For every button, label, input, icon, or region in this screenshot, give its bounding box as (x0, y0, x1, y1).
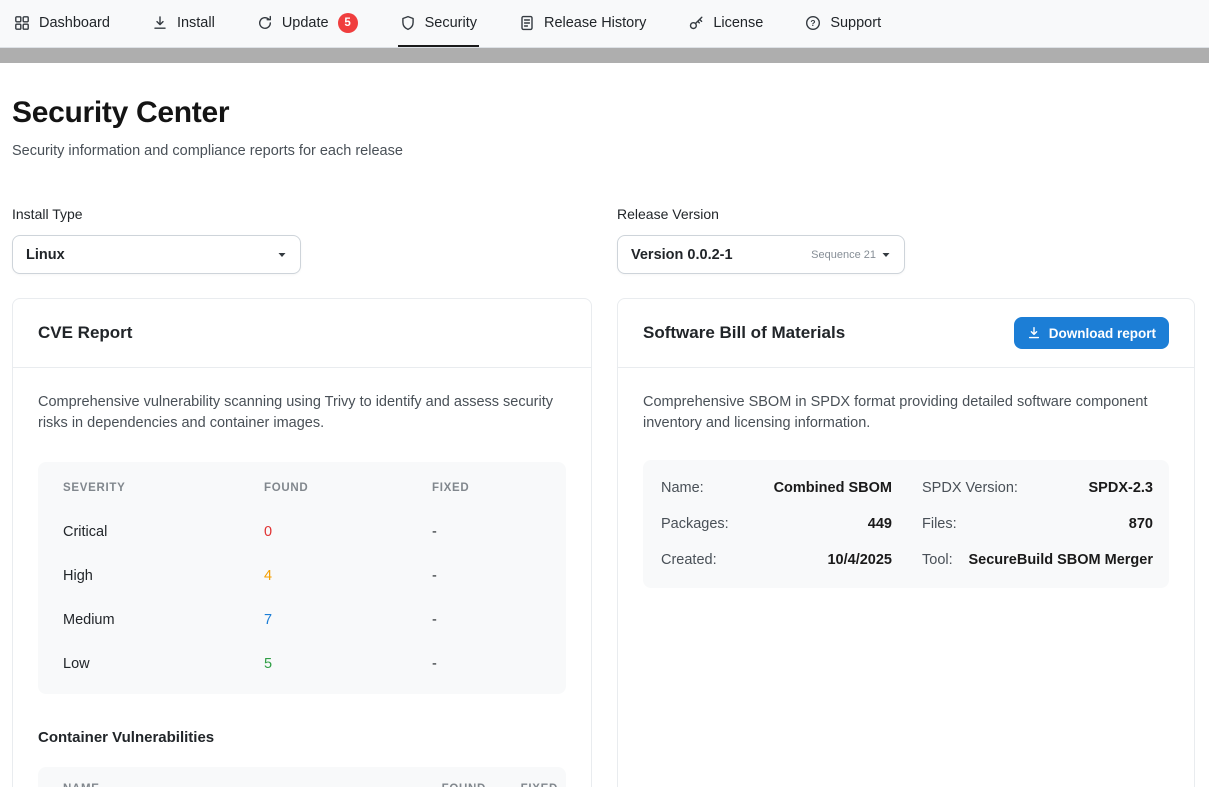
table-row: Medium 7 - (38, 598, 566, 642)
tab-release-history[interactable]: Release History (517, 0, 648, 47)
cve-report-description: Comprehensive vulnerability scanning usi… (38, 392, 566, 435)
detail-label: Name: (661, 480, 704, 496)
col-found: Found (264, 482, 432, 494)
found-count: 4 (264, 568, 432, 584)
sbom-detail-tool: Tool: SecureBuild SBOM Merger (922, 542, 1153, 578)
severity-table: Severity Found Fixed Critical 0 - High 4 (38, 462, 566, 694)
sequence-hint: Sequence 21 (811, 249, 876, 261)
detail-value: 870 (1129, 516, 1153, 532)
tab-label: Dashboard (39, 15, 110, 31)
horizontal-scrollbar[interactable] (0, 48, 1209, 63)
severity-table-header: Severity Found Fixed (38, 466, 566, 510)
col-fixed: Fixed (432, 482, 566, 494)
release-history-icon (519, 15, 535, 31)
table-row: High 4 - (38, 554, 566, 598)
page-subtitle: Security information and compliance repo… (12, 143, 1197, 159)
tab-support[interactable]: ? Support (803, 0, 883, 47)
tab-dashboard[interactable]: Dashboard (12, 0, 112, 47)
tab-label: Support (830, 15, 881, 31)
detail-label: SPDX Version: (922, 480, 1018, 496)
tab-license[interactable]: License (686, 0, 765, 47)
col-found: Found (404, 783, 486, 787)
svg-text:?: ? (811, 18, 816, 28)
detail-label: Created: (661, 552, 717, 568)
table-row: Critical 0 - (38, 510, 566, 554)
severity-label: Low (63, 656, 264, 672)
detail-value: SPDX-2.3 (1089, 480, 1153, 496)
found-count: 7 (264, 612, 432, 628)
tab-label: Install (177, 15, 215, 31)
security-center-page: Dashboard Install Update 5 (0, 0, 1209, 787)
col-name: Name (63, 783, 404, 787)
container-vulnerabilities-title: Container Vulnerabilities (38, 729, 566, 746)
detail-value: 10/4/2025 (827, 552, 892, 568)
sbom-details-panel: Name: Combined SBOM SPDX Version: SPDX-2… (643, 460, 1169, 588)
release-version-select[interactable]: Version 0.0.2-1 Sequence 21 (617, 235, 905, 274)
tab-update[interactable]: Update 5 (255, 0, 360, 47)
table-row: Low 5 - (38, 642, 566, 686)
tab-label: Update (282, 15, 329, 31)
fixed-count: - (432, 568, 566, 584)
license-key-icon (688, 15, 704, 31)
detail-value: SecureBuild SBOM Merger (968, 552, 1153, 568)
fixed-count: - (432, 612, 566, 628)
cve-report-title: CVE Report (38, 323, 132, 343)
sbom-detail-name: Name: Combined SBOM (661, 470, 892, 506)
found-count: 0 (264, 524, 432, 540)
tab-label: Security (425, 15, 477, 31)
top-navigation: Dashboard Install Update 5 (0, 0, 1209, 48)
severity-label: Critical (63, 524, 264, 540)
update-icon (257, 15, 273, 31)
release-version-value: Version 0.0.2-1 (631, 247, 733, 263)
sbom-card: Software Bill of Materials Download repo… (617, 298, 1195, 787)
fixed-count: - (432, 656, 566, 672)
security-shield-icon (400, 15, 416, 31)
support-help-icon: ? (805, 15, 821, 31)
col-severity: Severity (63, 482, 264, 494)
sbom-description: Comprehensive SBOM in SPDX format provid… (643, 392, 1169, 435)
filters-row: Install Type Linux Release Version Versi… (12, 206, 1197, 274)
sbom-detail-packages: Packages: 449 (661, 506, 892, 542)
tab-security[interactable]: Security (398, 0, 479, 47)
update-count-badge: 5 (338, 13, 358, 33)
install-type-select[interactable]: Linux (12, 235, 301, 274)
release-version-label: Release Version (617, 206, 905, 222)
severity-label: Medium (63, 612, 264, 628)
chevron-down-icon (881, 250, 891, 260)
sbom-detail-files: Files: 870 (922, 506, 1153, 542)
detail-value: 449 (868, 516, 892, 532)
dashboard-icon (14, 15, 30, 31)
download-report-button[interactable]: Download report (1014, 317, 1169, 349)
found-count: 5 (264, 656, 432, 672)
detail-value: Combined SBOM (774, 480, 892, 496)
download-report-label: Download report (1049, 326, 1156, 341)
sbom-detail-created: Created: 10/4/2025 (661, 542, 892, 578)
tab-label: Release History (544, 15, 646, 31)
download-icon (1027, 326, 1041, 340)
fixed-count: - (432, 524, 566, 540)
sbom-detail-spdx-version: SPDX Version: SPDX-2.3 (922, 470, 1153, 506)
install-type-label: Install Type (12, 206, 301, 222)
tab-install[interactable]: Install (150, 0, 217, 47)
col-fixed: Fixed (486, 783, 558, 787)
page-title: Security Center (12, 96, 1197, 130)
detail-label: Files: (922, 516, 957, 532)
detail-label: Packages: (661, 516, 729, 532)
severity-label: High (63, 568, 264, 584)
tab-label: License (713, 15, 763, 31)
container-vulnerabilities-table-header: Name Found Fixed (38, 767, 566, 787)
cve-report-card: CVE Report Comprehensive vulnerability s… (12, 298, 592, 787)
install-icon (152, 15, 168, 31)
install-type-value: Linux (26, 247, 65, 263)
chevron-down-icon (277, 250, 287, 260)
sbom-title: Software Bill of Materials (643, 323, 845, 343)
detail-label: Tool: (922, 552, 953, 568)
